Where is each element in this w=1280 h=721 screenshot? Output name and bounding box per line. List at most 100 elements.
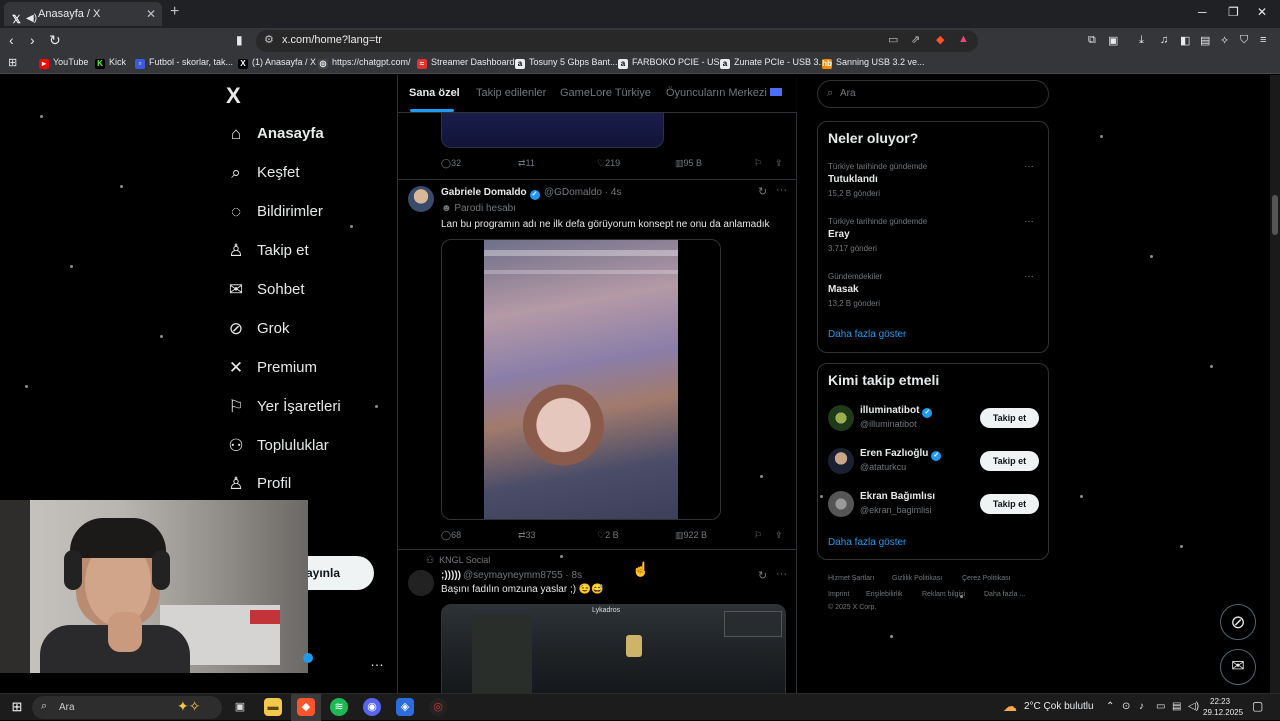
browser-tab[interactable]: 𝕏 ◀) Anasayfa / X ✕	[4, 2, 162, 26]
trend-more-icon[interactable]: ···	[1024, 161, 1034, 172]
bookmark-streamer-dashboard[interactable]: ≈ Streamer Dashboard	[417, 57, 515, 69]
nav-follow[interactable]: ♙ Takip et	[226, 236, 308, 266]
tray-icon[interactable]: ⊙	[1122, 701, 1130, 712]
trend-more-icon[interactable]: ···	[1024, 271, 1034, 282]
trend-name[interactable]: Masak	[828, 284, 859, 295]
tab-for-you[interactable]: Sana özel	[409, 87, 460, 99]
brave-shield-icon[interactable]: ◆	[936, 33, 944, 46]
wallet-icon[interactable]: ▤	[1200, 34, 1210, 47]
spotify-icon[interactable]: ≋	[330, 698, 348, 716]
cast-icon[interactable]: ▭	[888, 33, 898, 46]
bookmark-sanning[interactable]: hb Sanning USB 3.2 ve...	[822, 57, 925, 69]
views-button[interactable]: ▥ 922 B	[675, 530, 707, 541]
tray-icon[interactable]: ▭	[1156, 701, 1165, 712]
windows-start-icon[interactable]: ⊞	[8, 698, 26, 716]
account-more-icon[interactable]: …	[370, 653, 384, 669]
suggestion-name[interactable]: Eren Fazlıoğlu ✓	[860, 448, 942, 461]
reply-button[interactable]: ◯ 32	[441, 158, 461, 169]
scrollbar-thumb[interactable]	[1272, 195, 1278, 235]
share-icon[interactable]: ⇗	[911, 33, 920, 46]
follow-button[interactable]: Takip et	[980, 494, 1039, 514]
bookmark-zunate[interactable]: a Zunate PCIe - USB 3...	[720, 57, 826, 69]
bookmark-farboko[interactable]: a FARBOKO PCIE - US...	[618, 57, 727, 69]
screenshot-icon[interactable]: ▣	[1108, 34, 1118, 47]
footer-privacy-link[interactable]: Gizlilik Politikası	[892, 575, 942, 582]
network-icon[interactable]: ▤	[1172, 701, 1181, 712]
suggestion-name[interactable]: Ekran Bağımlısı	[860, 491, 935, 502]
views-button[interactable]: ▥ 95 B	[675, 158, 702, 169]
leo-ai-icon[interactable]: ✧	[1220, 34, 1229, 47]
discord-icon[interactable]: ◉	[363, 698, 381, 716]
follow-button[interactable]: Takip et	[980, 451, 1039, 471]
minimize-button[interactable]: ─	[1198, 5, 1207, 19]
bookmark-button[interactable]: ⚐	[754, 530, 762, 541]
nav-home[interactable]: ⌂ Anasayfa	[226, 119, 324, 149]
share-button[interactable]: ⇪	[775, 530, 783, 541]
tweet1-handle[interactable]: @GDomaldo · 4s	[544, 187, 621, 198]
taskbar-search-placeholder[interactable]: Ara	[59, 702, 75, 713]
illuminatibot-avatar[interactable]	[828, 405, 854, 431]
footer-more-link[interactable]: Daha fazla ...	[984, 591, 1025, 598]
nav-bookmarks[interactable]: ⚐ Yer İşaretleri	[226, 392, 340, 422]
who-to-follow-show-more-link[interactable]: Daha fazla göster	[828, 537, 906, 548]
app-icon[interactable]: ◈	[396, 698, 414, 716]
eren-avatar[interactable]	[828, 448, 854, 474]
suggestion-name[interactable]: illuminatibot ✓	[860, 405, 933, 418]
tweet2-handle[interactable]: @seymayneymm8755 · 8s	[463, 570, 582, 581]
footer-cookie-link[interactable]: Çerez Politikası	[962, 575, 1011, 582]
nav-communities[interactable]: ⚇ Topluluklar	[226, 431, 328, 461]
extensions-icon[interactable]: ⧉	[1088, 34, 1096, 47]
microphone-icon[interactable]: ♪	[1139, 701, 1144, 712]
search-box[interactable]: ⌕ Ara	[817, 80, 1049, 108]
nav-profile[interactable]: ♙ Profil	[226, 469, 291, 499]
clock-date[interactable]: 29.12.2025	[1203, 708, 1243, 717]
obs-icon[interactable]: ◎	[429, 698, 447, 716]
close-tab-icon[interactable]: ✕	[146, 2, 156, 26]
new-tab-button[interactable]: +	[170, 3, 179, 21]
tweet1-author[interactable]: Gabriele Domaldo ✓	[441, 187, 540, 200]
close-window-button[interactable]: ✕	[1257, 5, 1267, 19]
grok-explain-icon[interactable]: ↻	[758, 569, 767, 582]
back-button[interactable]: ‹	[9, 32, 14, 48]
apps-grid-icon[interactable]: ⊞	[8, 56, 17, 69]
tab-oyuncularin-merkezi[interactable]: Öyuncuların Merkezi	[666, 87, 782, 99]
previous-tweet-media[interactable]	[441, 113, 664, 148]
footer-terms-link[interactable]: Hizmet Şartları	[828, 575, 874, 582]
reply-button[interactable]: ◯ 68	[441, 530, 461, 541]
like-button[interactable]: ♡ 219	[597, 158, 620, 169]
retweet-button[interactable]: ⇄ 33	[518, 530, 536, 541]
tab-following[interactable]: Takip edilenler	[476, 87, 546, 99]
follow-button[interactable]: Takip et	[980, 408, 1039, 428]
weather-icon[interactable]: ☁	[1003, 698, 1017, 715]
nav-grok[interactable]: ⊘ Grok	[226, 314, 290, 344]
bookmark-chatgpt[interactable]: ◎ https://chatgpt.com/	[318, 57, 411, 69]
community-label[interactable]: ⚇ KNGL Social	[426, 555, 490, 566]
url-text[interactable]: x.com/home?lang=tr	[282, 34, 382, 46]
task-view-icon[interactable]: ▣	[231, 698, 249, 716]
taskbar-search[interactable]: ⌕ Ara ✦✧	[32, 696, 222, 719]
footer-accessibility-link[interactable]: Erişilebilirlik	[866, 591, 903, 598]
address-bar[interactable]: ⚙ x.com/home?lang=tr ▭ ⇗ ◆ ▲	[256, 30, 978, 52]
sidebar-toggle-icon[interactable]: ◧	[1180, 34, 1190, 47]
search-placeholder[interactable]: Ara	[840, 88, 856, 99]
file-explorer-icon[interactable]: ▬	[264, 698, 282, 716]
tweet2-avatar[interactable]	[408, 570, 434, 596]
volume-icon[interactable]: ◁)	[1188, 701, 1199, 712]
nav-premium[interactable]: ✕ Premium	[226, 353, 317, 383]
bookmark-x-home[interactable]: X (1) Anasayfa / X	[238, 57, 316, 69]
tweet-more-icon[interactable]: ···	[776, 568, 787, 580]
tab-gamelore[interactable]: GameLore Türkiye	[560, 87, 651, 99]
bookmark-kick[interactable]: K Kick	[95, 57, 126, 69]
site-info-icon[interactable]: ⚙	[264, 33, 274, 46]
trend-name[interactable]: Tutuklandı	[828, 174, 878, 185]
download-icon[interactable]: ⤓	[1139, 34, 1144, 47]
tweet2-media[interactable]: Lykadros	[441, 604, 786, 693]
forward-button[interactable]: ›	[30, 32, 35, 48]
vpn-icon[interactable]: ⛉	[1240, 34, 1248, 47]
tweet2-author[interactable]: ;)))))	[441, 570, 461, 581]
nav-explore[interactable]: ⌕ Keşfet	[226, 158, 299, 188]
tray-chevron-icon[interactable]: ⌃	[1106, 701, 1114, 712]
brave-browser-icon[interactable]: ◆	[297, 698, 315, 716]
grok-fab-button[interactable]: ⊘	[1220, 604, 1256, 640]
clock-time[interactable]: 22:23	[1210, 697, 1230, 706]
